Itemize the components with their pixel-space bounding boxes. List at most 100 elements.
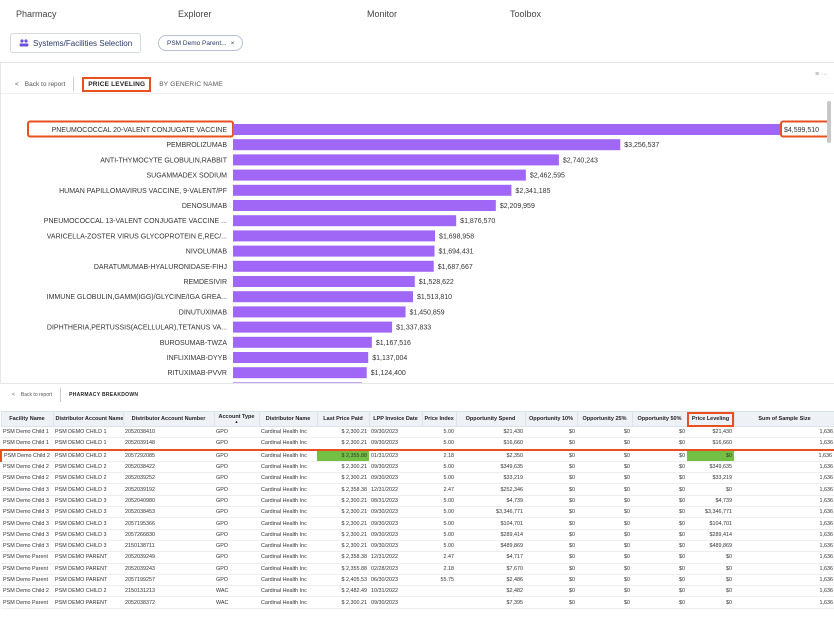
table-cell: $0	[577, 517, 632, 530]
table-cell: PSM DEMO PARENT	[53, 574, 123, 587]
table-cell: Cardinal Health Inc	[259, 551, 317, 564]
table-cell: $4,739	[687, 495, 734, 508]
table-cell: 2052039192	[123, 483, 214, 496]
bar[interactable]	[233, 215, 457, 227]
systems-facilities-button[interactable]: Systems/Facilities Selection	[10, 33, 142, 53]
column-header[interactable]: Price Index	[421, 411, 457, 427]
table-cell: 5.00	[422, 540, 456, 553]
table-row[interactable]: PSM Demo Child 3 PSM DEMO CHILD 3 20572668…	[1, 529, 834, 541]
table-row[interactable]: PSM Demo Parent PSM DEMO PARENT 2057199257…	[1, 574, 834, 587]
bar[interactable]	[233, 124, 780, 135]
table-cell: Cardinal Health Inc	[259, 596, 317, 609]
table-row[interactable]: PSM Demo Parent PSM DEMO PARENT 2052038372…	[1, 596, 834, 609]
nav-toolbox[interactable]: Toolbox	[510, 9, 541, 19]
table-cell: $0	[577, 585, 632, 598]
breakdown-back-link[interactable]: < Back to report	[12, 392, 52, 398]
table-cell: PSM Demo Child 3	[1, 495, 53, 508]
table-cell: $21,430	[456, 426, 525, 439]
column-header[interactable]: Last Price Paid	[316, 411, 370, 427]
bar[interactable]	[233, 336, 372, 348]
table-cell: $7,395	[456, 596, 525, 609]
bar[interactable]	[233, 260, 434, 272]
bar-category-label: SUGAMMADEX SODIUM	[146, 173, 227, 180]
column-header[interactable]: Opportunity 10%	[524, 411, 578, 427]
table-cell: $0	[525, 585, 577, 598]
bar-category-label: RITUXIMAB-PVVR	[167, 370, 227, 377]
bar[interactable]	[233, 276, 415, 287]
price-leveling-panel: < Back to report PRICE LEVELING BY GENER…	[0, 62, 834, 384]
bar[interactable]	[233, 139, 621, 151]
bar[interactable]	[233, 230, 436, 242]
table-cell: $0	[687, 483, 734, 496]
table-cell: PSM Demo Parent	[1, 551, 53, 564]
column-header[interactable]: Opportunity Spend	[455, 411, 526, 427]
column-header[interactable]: Distributor Account Name	[52, 411, 124, 427]
table-row[interactable]: PSM Demo Child 2 PSM DEMO CHILD 2 21501312…	[1, 585, 834, 598]
table-cell: $0	[632, 426, 687, 439]
table-row[interactable]: PSM Demo Child 3 PSM DEMO CHILD 3 20520384…	[1, 506, 834, 519]
table-row[interactable]: PSM Demo Child 2 PSM DEMO CHILD 2 20520384…	[1, 461, 834, 474]
close-icon[interactable]: ×	[231, 40, 235, 47]
chart-scrollbar[interactable]	[827, 101, 831, 143]
table-cell: $0	[577, 448, 632, 462]
table-cell: $0	[632, 506, 687, 519]
table-row[interactable]: PSM Demo Child 3 PSM DEMO CHILD 3 20520391…	[1, 483, 834, 496]
nav-monitor[interactable]: Monitor	[367, 9, 397, 19]
table-cell: $0	[687, 585, 734, 598]
column-header[interactable]: Distributor Name	[258, 411, 318, 427]
table-cell: $289,414	[456, 529, 525, 541]
tab-by-generic-name[interactable]: BY GENERIC NAME	[159, 81, 223, 88]
table-cell: $0	[687, 448, 734, 462]
filter-more-icon[interactable]: ≡ ···	[815, 71, 828, 78]
table-row[interactable]: PSM Demo Parent PSM DEMO PARENT 2052039249…	[1, 551, 834, 564]
tab-price-leveling[interactable]: PRICE LEVELING	[82, 76, 152, 92]
table-row[interactable]: PSM Demo Parent PSM DEMO PARENT 2052039243…	[1, 563, 834, 575]
column-header[interactable]: Facility Name	[0, 411, 54, 427]
nav-pharmacy[interactable]: Pharmacy	[16, 9, 57, 19]
column-header[interactable]: LPP Invoice Date	[368, 411, 423, 427]
bar-value-label: $1,513,810	[417, 294, 452, 301]
facility-chip[interactable]: PSM Demo Parent... ×	[158, 35, 244, 51]
table-cell: $16,660	[687, 437, 734, 451]
table-cell: Cardinal Health Inc	[259, 517, 317, 530]
bar[interactable]	[233, 154, 559, 166]
table-cell: GPO	[214, 461, 259, 474]
column-header[interactable]: Opportunity 50%	[631, 411, 688, 427]
bar-category-label: BUROSUMAB-TWZA	[160, 340, 228, 347]
table-row[interactable]: PSM Demo Child 3 PSM DEMO CHILD 3 20571953…	[1, 517, 834, 530]
column-header[interactable]: Sum of Sample Size	[733, 411, 834, 427]
back-to-report-link[interactable]: < Back to report	[15, 81, 65, 88]
tab-pharmacy-breakdown[interactable]: PHARMACY BREAKDOWN	[69, 392, 138, 398]
nav-explorer[interactable]: Explorer	[178, 9, 212, 19]
table-cell: Cardinal Health Inc	[259, 506, 317, 519]
table-row[interactable]: PSM Demo Child 2 PSM DEMO CHILD 2 20572920…	[0, 448, 834, 462]
bar[interactable]	[233, 321, 393, 333]
table-cell: 2.47	[422, 483, 456, 496]
bar[interactable]	[233, 245, 435, 257]
table-row[interactable]: PSM Demo Child 3 PSM DEMO CHILD 3 21501387…	[1, 540, 834, 553]
bar[interactable]	[233, 291, 414, 303]
table-cell: $ 2,300.21	[317, 596, 369, 609]
bar[interactable]	[233, 184, 512, 196]
table-cell: $0	[632, 437, 687, 451]
table-row[interactable]: PSM Demo Child 1 PSM DEMO CHILD 1 20520391…	[1, 437, 834, 451]
bar[interactable]	[233, 306, 406, 318]
bar[interactable]	[233, 367, 367, 379]
table-cell: $ 2,355.88	[317, 563, 369, 575]
table-row[interactable]: PSM Demo Child 1 PSM DEMO CHILD 1 20520384…	[1, 426, 834, 439]
table-cell: PSM DEMO PARENT	[53, 551, 123, 564]
table-row[interactable]: PSM Demo Child 2 PSM DEMO CHILD 2 20520392…	[1, 472, 834, 485]
column-header[interactable]: Distributor Account Number	[122, 411, 215, 427]
table-row[interactable]: PSM Demo Child 3 PSM DEMO CHILD 3 20520409…	[1, 495, 834, 508]
table-cell: $ 2,482.49	[317, 585, 369, 598]
bar[interactable]	[233, 382, 362, 383]
table-cell: GPO	[214, 506, 259, 519]
column-header[interactable]: Account Type ▲	[213, 411, 260, 427]
column-header[interactable]: Opportunity 25%	[576, 411, 633, 427]
column-header[interactable]: Price Leveling	[686, 411, 735, 427]
table-cell: 2052039249	[123, 551, 214, 564]
bar[interactable]	[233, 352, 369, 363]
bar[interactable]	[233, 169, 526, 181]
systems-facilities-label: Systems/Facilities Selection	[33, 38, 133, 48]
bar[interactable]	[233, 200, 496, 211]
